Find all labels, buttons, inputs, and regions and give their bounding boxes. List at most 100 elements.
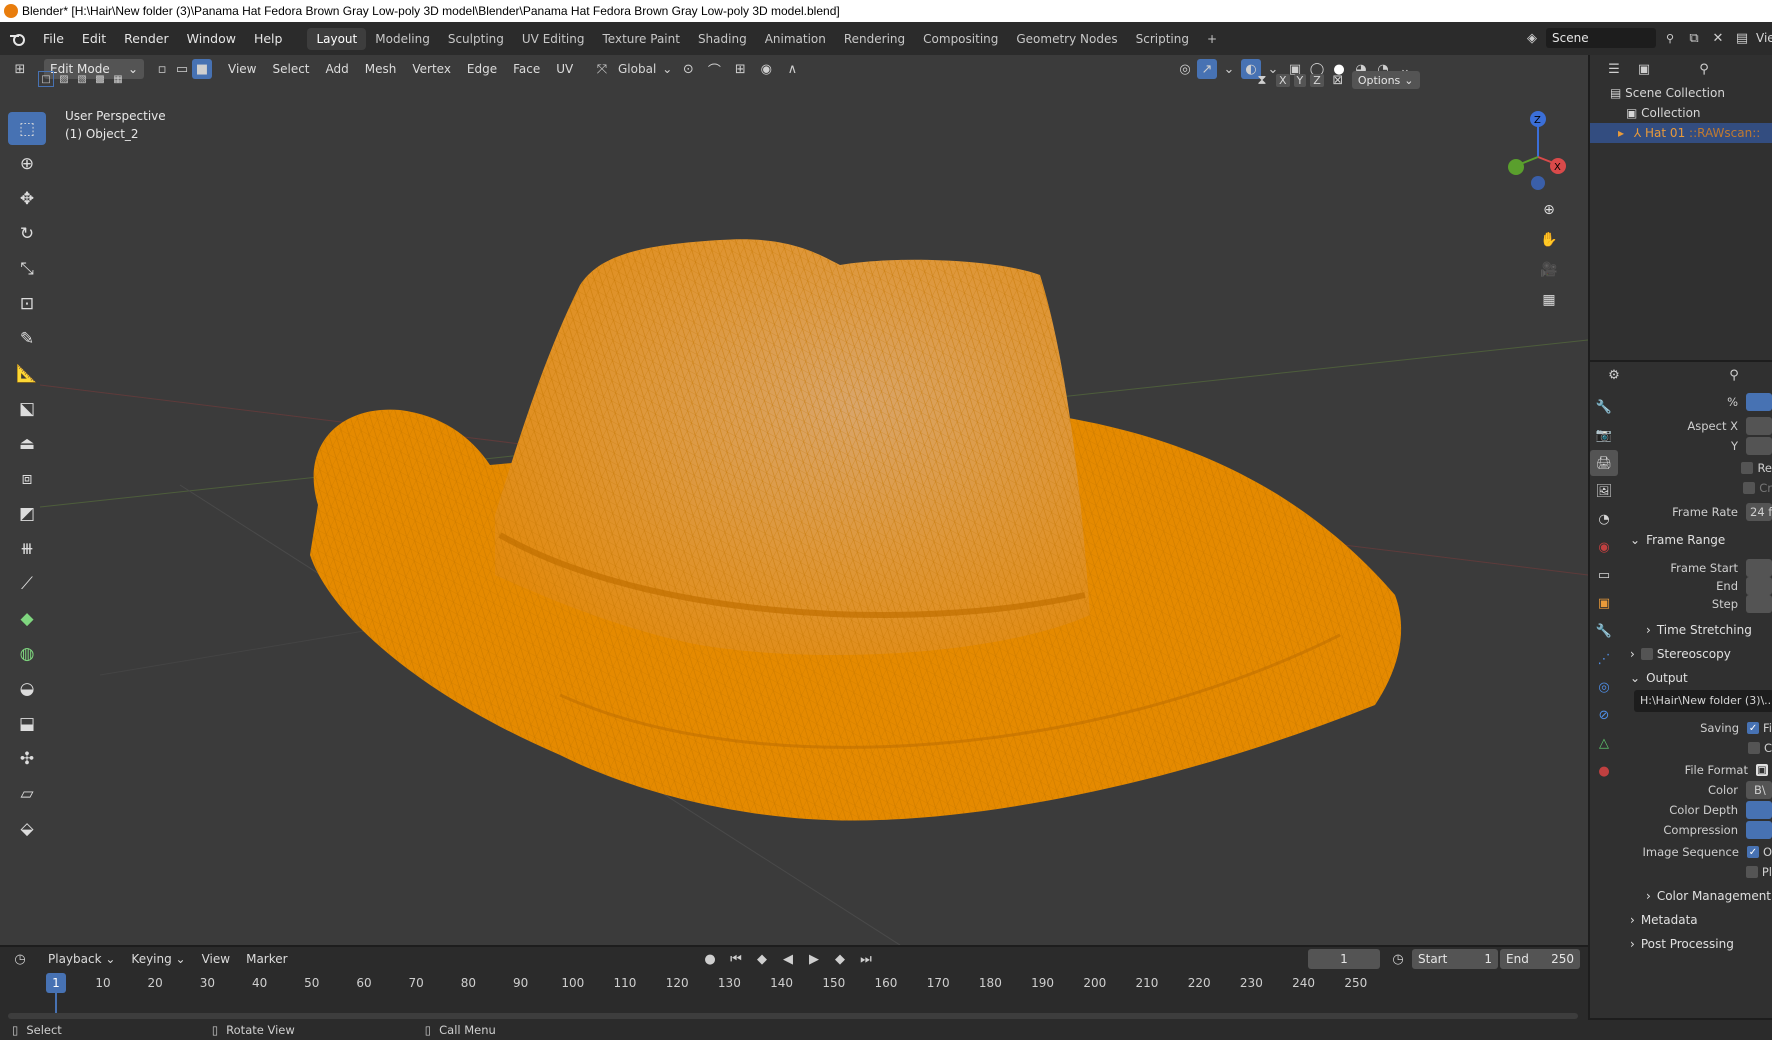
menu-timeline-view[interactable]: View [194,950,238,968]
menu-edit[interactable]: Edit [73,31,115,46]
frame-step-field[interactable] [1746,595,1772,613]
add-workspace-icon[interactable]: + [1198,28,1226,50]
search-icon[interactable]: ⚲ [1694,59,1714,79]
timeline-scrollbar[interactable] [8,1013,1578,1019]
tab-compositing[interactable]: Compositing [914,28,1007,50]
new-scene-icon[interactable]: ⧉ [1684,28,1704,48]
view-layer-tab-icon[interactable]: 🖼 [1590,478,1618,504]
properties-editor-icon[interactable]: ⚙ [1604,365,1624,385]
camera-view-icon[interactable]: 🎥 [1536,257,1562,283]
tab-rendering[interactable]: Rendering [835,28,914,50]
scene-icon[interactable]: ◈ [1522,28,1542,48]
object-tab-icon[interactable]: ▣ [1590,590,1618,616]
playhead[interactable]: 1 [46,973,66,993]
menu-file[interactable]: File [34,31,73,46]
tool-tab-icon[interactable]: 🔧 [1590,394,1618,420]
view-layer-name[interactable]: Vie [1756,31,1772,45]
3d-viewport[interactable]: ⊞ Edit Mode ⌄ ▫ ▭ ■ View Select Add Mesh… [0,55,1588,945]
auto-keying-icon[interactable]: ● [700,949,720,969]
tab-scripting[interactable]: Scripting [1127,28,1198,50]
data-tab-icon[interactable]: △ [1590,730,1618,756]
pan-hand-icon[interactable]: ✋ [1536,227,1562,253]
frame-start-field[interactable] [1746,559,1772,577]
ortho-grid-icon[interactable]: ▦ [1536,287,1562,313]
placeholders-checkbox[interactable] [1745,866,1758,878]
color-management-panel-header[interactable]: › Color Management [1646,886,1771,906]
preview-range-icon[interactable]: ◷ [1388,949,1408,969]
frame-range-panel-header[interactable]: ⌄ Frame Range [1630,530,1725,550]
scene-selector[interactable]: Scene [1546,28,1656,48]
display-mode-icon[interactable]: ▣ [1634,59,1654,79]
pin-icon[interactable]: ⚲ [1660,28,1680,48]
menu-window[interactable]: Window [178,31,245,46]
menu-keying[interactable]: Keying ⌄ [123,950,193,968]
overwrite-checkbox[interactable]: ✓ [1746,846,1759,858]
close-icon[interactable]: ✕ [1708,28,1728,48]
image-format-icon[interactable]: ▣ [1756,764,1768,776]
color-depth-toggle[interactable] [1746,801,1772,819]
physics-tab-icon[interactable]: ◎ [1590,674,1618,700]
outliner-collection[interactable]: ▣ Collection [1610,103,1772,123]
tab-sculpting[interactable]: Sculpting [439,28,513,50]
tab-animation[interactable]: Animation [756,28,835,50]
material-tab-icon[interactable]: ● [1590,758,1618,784]
world-tab-icon[interactable]: ◉ [1590,534,1618,560]
menu-render[interactable]: Render [115,31,178,46]
file-extensions-checkbox[interactable]: ✓ [1747,722,1760,734]
menu-marker[interactable]: Marker [238,950,295,968]
outliner-object-hat[interactable]: ▸ ⅄ Hat 01 ::RAWscan:: [1590,123,1772,143]
tab-texture-paint[interactable]: Texture Paint [594,28,689,50]
color-mode-toggle[interactable]: B\ [1746,781,1772,799]
blender-menu-icon[interactable] [0,32,34,46]
render-region-checkbox[interactable] [1741,462,1754,474]
end-frame-field[interactable]: End 250 [1500,949,1580,969]
frame-rate-dropdown[interactable]: 24 f [1746,503,1772,521]
constraints-tab-icon[interactable]: ⊘ [1590,702,1618,728]
jump-start-icon[interactable]: ⏮ [726,949,746,969]
frame-end-field[interactable] [1746,577,1772,595]
tab-geometry-nodes[interactable]: Geometry Nodes [1007,28,1126,50]
navigation-gizmo[interactable]: Z X ⊕ ✋ 🎥 ▦ [1490,107,1570,308]
view-layer-icon[interactable]: ▤ [1732,28,1752,48]
zoom-icon[interactable]: ⊕ [1536,197,1562,223]
stereoscopy-checkbox[interactable] [1640,648,1653,660]
tab-modeling[interactable]: Modeling [366,28,439,50]
particles-tab-icon[interactable]: ⋰ [1590,646,1618,672]
tab-layout[interactable]: Layout [307,27,367,50]
metadata-panel-header[interactable]: › Metadata [1630,910,1698,930]
post-processing-panel-header[interactable]: › Post Processing [1630,934,1734,954]
menu-help[interactable]: Help [245,31,292,46]
output-path-field[interactable]: H:\Hair\New folder (3)\...t [1634,690,1772,712]
time-stretching-panel-header[interactable]: › Time Stretching [1646,620,1752,640]
current-frame-field[interactable]: 1 [1308,949,1380,969]
render-tab-icon[interactable]: 📷 [1590,422,1618,448]
percent-field[interactable] [1746,393,1772,411]
tab-uv-editing[interactable]: UV Editing [513,28,594,50]
jump-keyframe-forward-icon[interactable]: ◆ [830,949,850,969]
play-reverse-icon[interactable]: ◀ [778,949,798,969]
stereoscopy-panel-header[interactable]: › Stereoscopy [1630,644,1731,664]
scene-tab-icon[interactable]: ◔ [1590,506,1618,532]
output-tab-icon[interactable]: 🖨 [1590,450,1618,476]
aspect-x-field[interactable] [1746,417,1772,435]
tab-shading[interactable]: Shading [689,28,756,50]
start-frame-field[interactable]: Start 1 [1412,949,1498,969]
crop-checkbox[interactable] [1743,482,1756,494]
jump-end-icon[interactable]: ⏭ [856,949,876,969]
output-panel-header[interactable]: ⌄ Output [1630,668,1688,688]
menu-playback[interactable]: Playback ⌄ [40,950,123,968]
play-icon[interactable]: ▶ [804,949,824,969]
modifier-tab-icon[interactable]: 🔧 [1590,618,1618,644]
axis-gizmo[interactable]: Z X [1490,107,1570,192]
frame-ruler[interactable]: 1 10 20 30 40 50 60 70 80 90 100 110 120 130 140 150 16… [8,973,1578,1013]
search-icon[interactable]: ⚲ [1724,365,1744,385]
outliner-editor-icon[interactable]: ☰ [1604,59,1624,79]
jump-keyframe-back-icon[interactable]: ◆ [752,949,772,969]
aspect-y-field[interactable] [1746,437,1772,455]
cache-result-checkbox[interactable] [1747,742,1760,754]
timeline-editor-icon[interactable]: ◷ [10,949,30,969]
compression-slider[interactable] [1746,821,1772,839]
expand-arrow-icon[interactable]: ▸ [1618,126,1624,140]
outliner-scene-collection[interactable]: ▤ Scene Collection [1610,83,1772,103]
collection-tab-icon[interactable]: ▭ [1590,562,1618,588]
